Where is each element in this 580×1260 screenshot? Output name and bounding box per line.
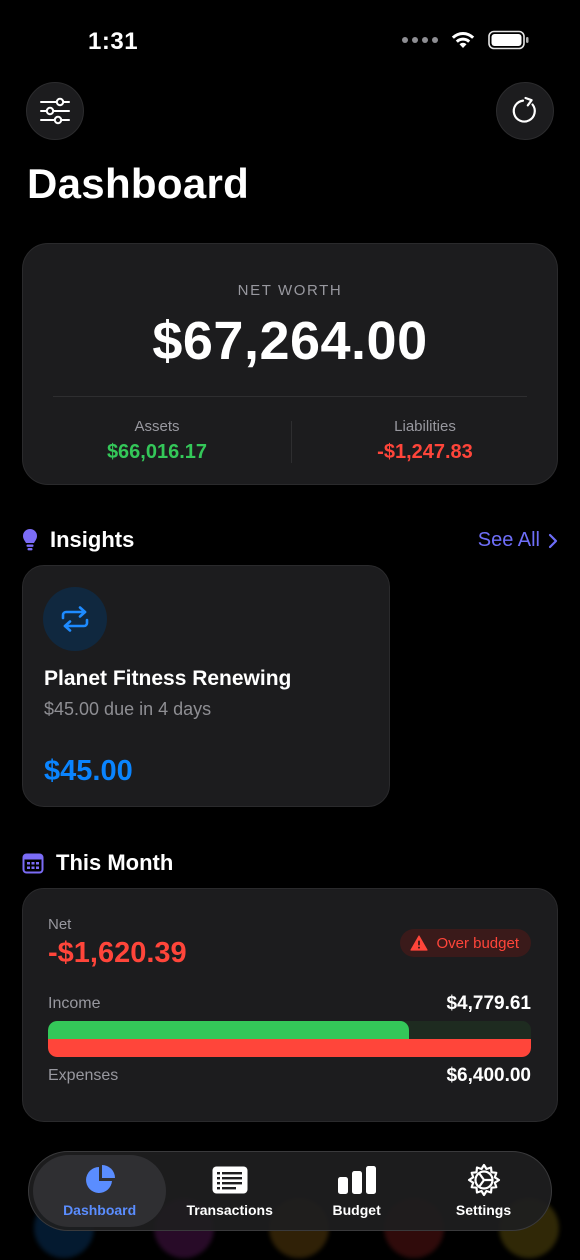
warning-icon [410, 935, 429, 951]
bar-chart-icon [337, 1166, 376, 1194]
liabilities-value: -$1,247.83 [377, 441, 473, 463]
income-expense-bar [48, 1021, 531, 1057]
assets-label: Assets [134, 418, 180, 435]
refresh-button[interactable] [496, 82, 554, 140]
this-month-header: This Month [22, 850, 173, 876]
tab-label: Dashboard [63, 1202, 137, 1218]
insight-title: Planet Fitness Renewing [44, 667, 292, 690]
expense-bar-fill [48, 1039, 531, 1057]
insight-amount: $45.00 [44, 755, 133, 787]
this-month-title: This Month [56, 850, 174, 875]
insight-icon-badge [43, 587, 107, 651]
insights-title: Insights [50, 527, 135, 552]
liabilities-label: Liabilities [394, 418, 456, 435]
repeat-icon [61, 606, 89, 632]
status-indicators [402, 30, 530, 50]
income-label: Income [48, 995, 101, 1012]
tab-label: Transactions [186, 1202, 273, 1218]
see-all-label: See All [477, 529, 540, 551]
sliders-icon [40, 97, 70, 125]
divider [53, 396, 527, 397]
wifi-icon [451, 32, 475, 48]
tab-bar: Dashboard Transactions Budget Settings [28, 1151, 552, 1231]
status-bar: 1:31 [0, 0, 580, 80]
tab-budget[interactable]: Budget [293, 1155, 420, 1227]
cellular-signal-icon [402, 37, 438, 43]
expenses-label: Expenses [48, 1067, 119, 1084]
this-month-card[interactable]: Net -$1,620.39 Over budget Income $4,779… [22, 888, 558, 1122]
net-worth-card[interactable]: NET WORTH $67,264.00 Assets $66,016.17 L… [22, 243, 558, 485]
tab-settings[interactable]: Settings [420, 1155, 547, 1227]
filter-button[interactable] [26, 82, 84, 140]
chevron-right-icon [548, 533, 558, 548]
insight-subtitle: $45.00 due in 4 days [44, 699, 212, 719]
insights-header: Insights [22, 527, 134, 553]
gear-icon [467, 1163, 500, 1197]
battery-icon [488, 30, 529, 50]
insight-card[interactable]: Planet Fitness Renewing $45.00 due in 4 … [22, 565, 390, 807]
assets-summary: Assets $66,016.17 [23, 418, 291, 464]
liabilities-summary: Liabilities -$1,247.83 [291, 418, 559, 464]
calendar-icon [22, 853, 44, 874]
tab-transactions[interactable]: Transactions [166, 1155, 293, 1227]
lightbulb-icon [23, 529, 37, 551]
over-budget-badge: Over budget [400, 929, 531, 957]
pie-chart-icon [85, 1165, 115, 1193]
tab-label: Settings [455, 1202, 512, 1218]
status-time: 1:31 [88, 28, 139, 55]
net-worth-label: NET WORTH [237, 282, 343, 299]
over-budget-label: Over budget [436, 934, 519, 952]
net-label: Net [48, 916, 72, 933]
tab-label: Budget [332, 1202, 381, 1218]
net-worth-value: $67,264.00 [152, 311, 428, 371]
net-value: -$1,620.39 [48, 937, 187, 969]
income-bar-fill [48, 1021, 409, 1039]
list-icon [212, 1166, 248, 1194]
income-value: $4,779.61 [446, 993, 531, 1014]
assets-value: $66,016.17 [106, 441, 208, 463]
expenses-value: $6,400.00 [446, 1065, 531, 1086]
see-all-link[interactable]: See All [478, 529, 558, 552]
tab-dashboard[interactable]: Dashboard [33, 1155, 167, 1227]
refresh-icon [512, 96, 536, 123]
page-title: Dashboard [27, 160, 250, 207]
